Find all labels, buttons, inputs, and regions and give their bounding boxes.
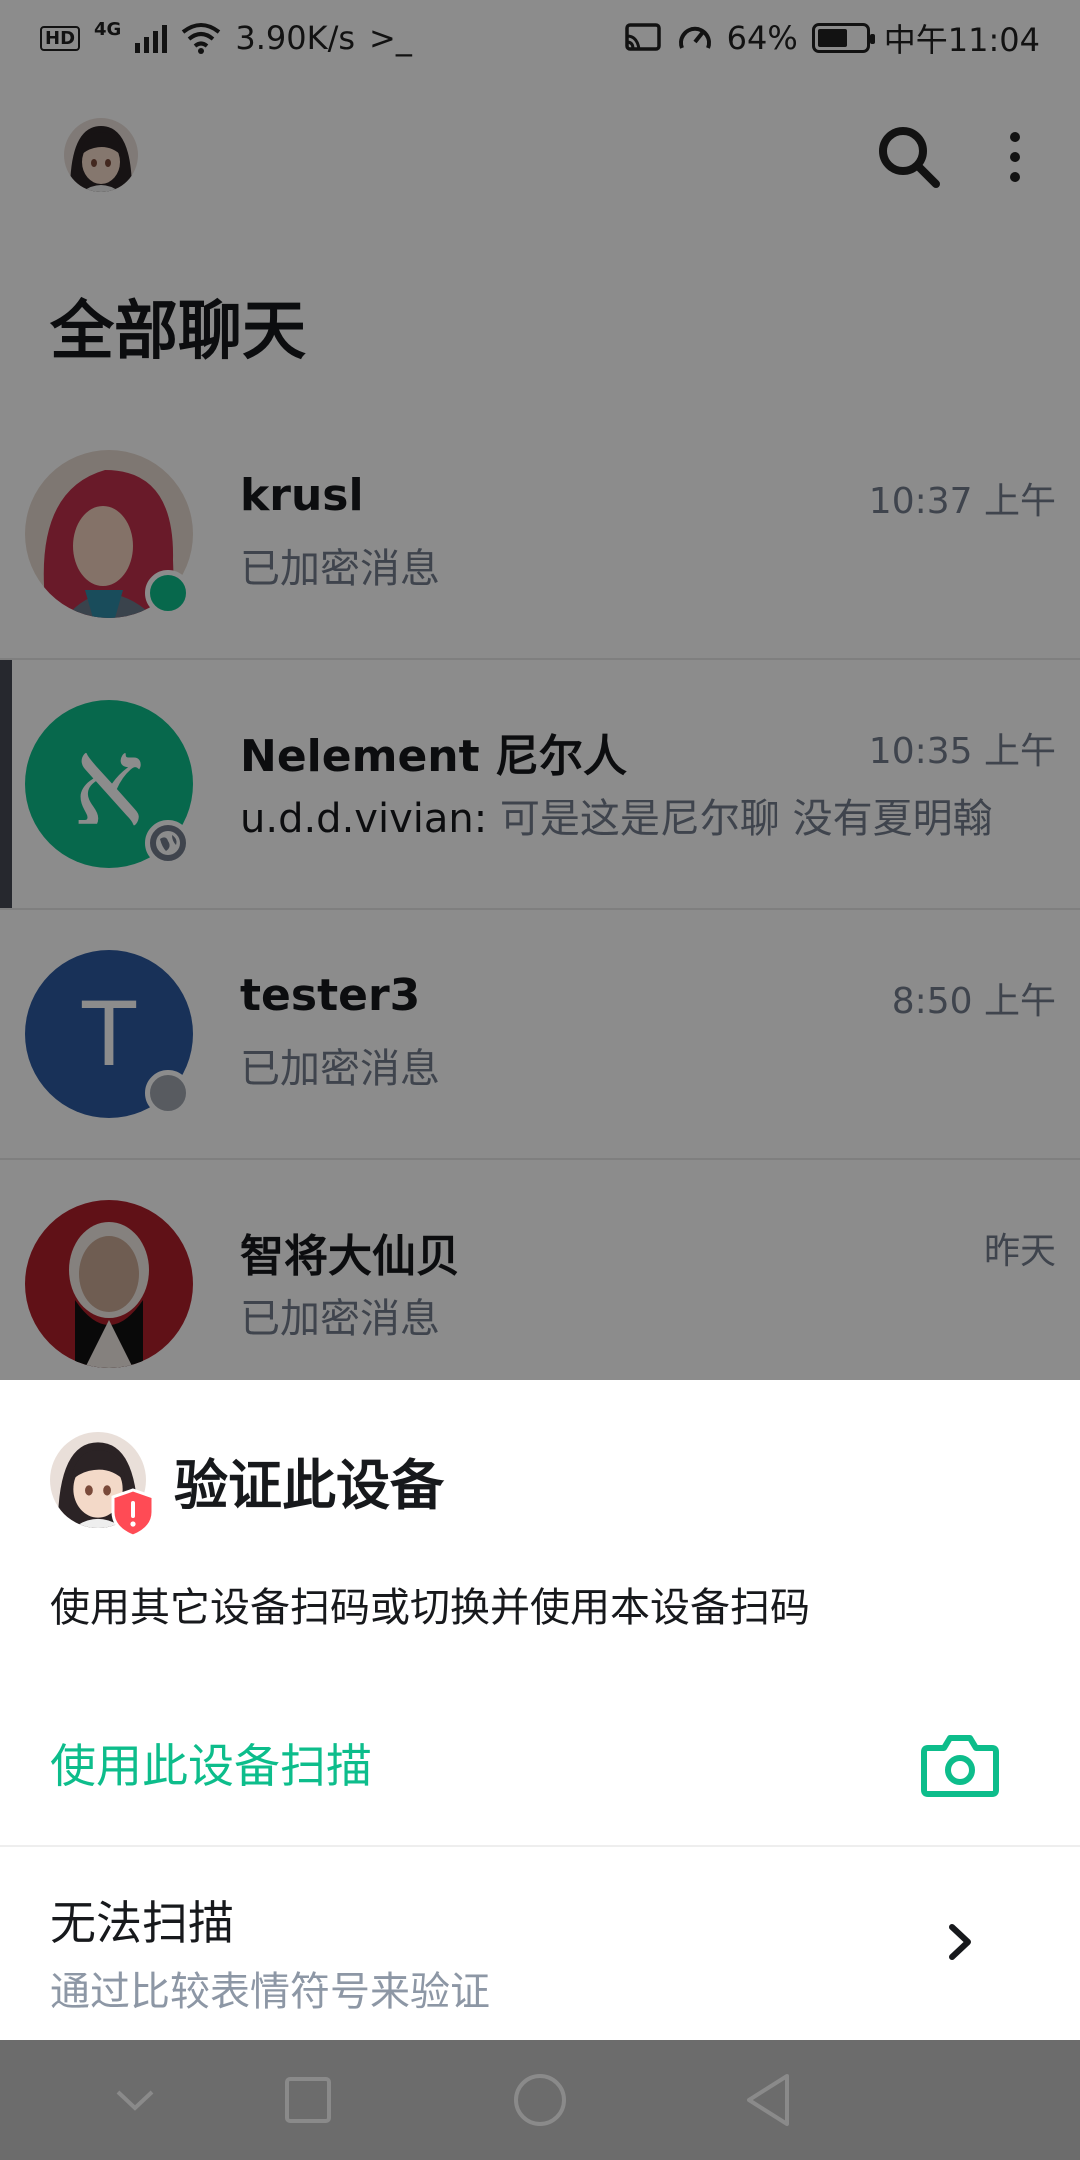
cant-scan-button[interactable]: 无法扫描 通过比较表情符号来验证 (0, 1847, 1080, 2040)
screen: HD 4G 3.90K/s >_ 64% 中午11:04 全部聊天 krusl … (0, 0, 1080, 2160)
cant-scan-label: 无法扫描 (50, 1896, 234, 1950)
system-nav-bar (0, 2040, 1080, 2160)
back-triangle-icon[interactable] (728, 2060, 808, 2140)
sheet-description: 使用其它设备扫码或切换并使用本设备扫码 (50, 1585, 810, 1631)
recents-square-icon[interactable] (268, 2060, 348, 2140)
cant-scan-subtitle: 通过比较表情符号来验证 (50, 1969, 490, 2015)
verify-device-sheet: 验证此设备 使用其它设备扫码或切换并使用本设备扫码 使用此设备扫描 无法扫描 通… (0, 1380, 1080, 2040)
warning-shield-icon (111, 1488, 155, 1538)
sheet-header: 验证此设备 (50, 1430, 444, 1538)
chevron-down-icon[interactable] (95, 2060, 175, 2140)
home-circle-icon[interactable] (500, 2060, 580, 2140)
chevron-right-icon (949, 1924, 971, 1960)
user-avatar (50, 1432, 155, 1538)
dimming-scrim[interactable] (0, 0, 1080, 1380)
scan-with-this-device-button[interactable]: 使用此设备扫描 (0, 1680, 1080, 1845)
sheet-title: 验证此设备 (174, 1453, 444, 1517)
scan-label: 使用此设备扫描 (50, 1739, 372, 1793)
camera-icon (921, 1735, 999, 1797)
